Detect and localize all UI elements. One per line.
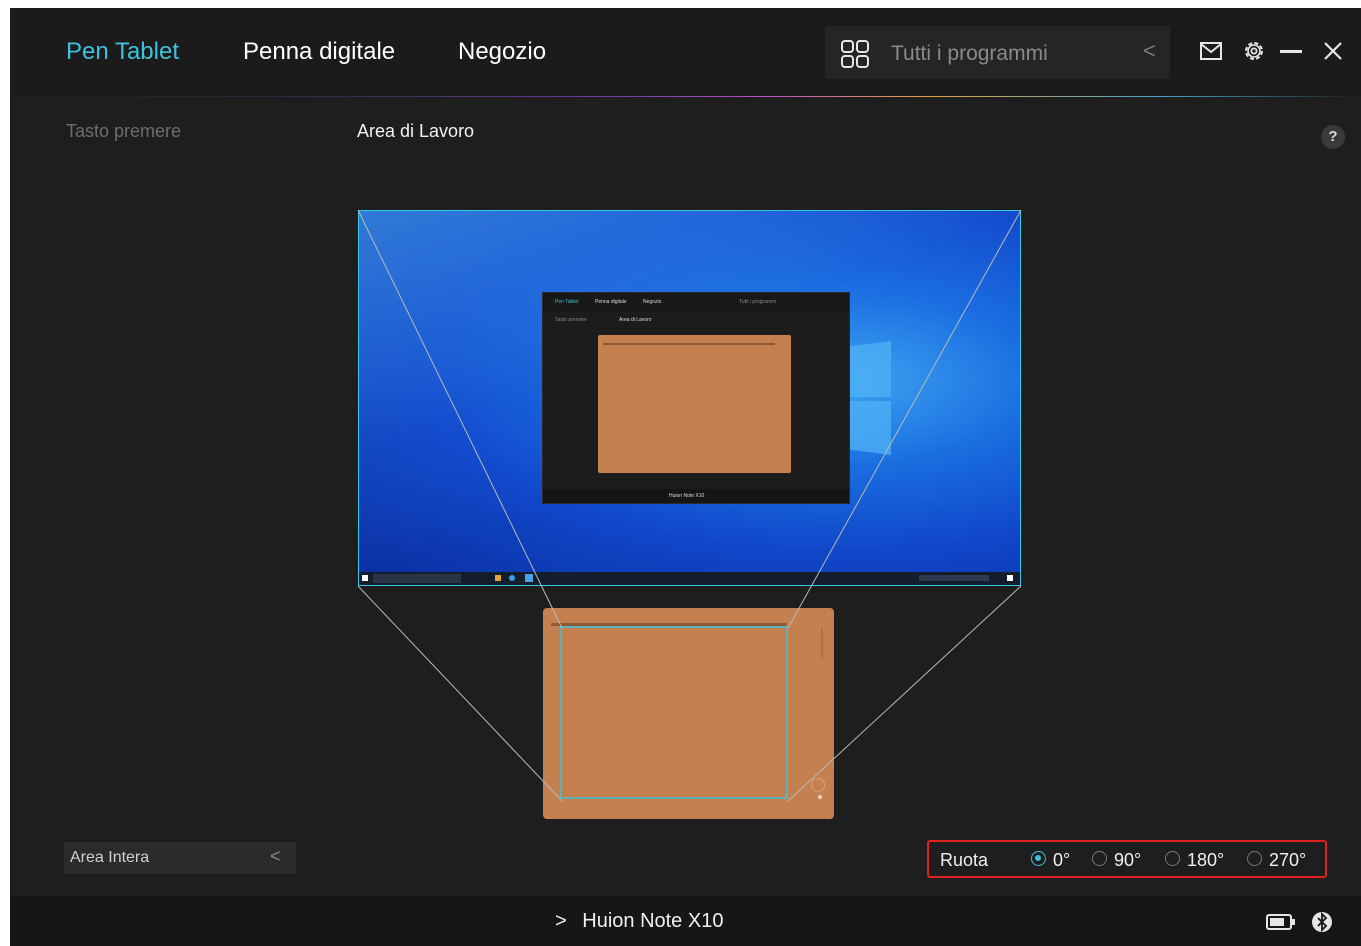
device-name: Huion Note X10 [582, 910, 724, 932]
gear-icon[interactable] [1242, 39, 1266, 63]
close-icon[interactable] [1323, 41, 1343, 61]
chevron-left-icon[interactable]: < [1143, 38, 1156, 64]
tab-negozio[interactable]: Negozio [458, 38, 546, 66]
mini-title: Area di Lavoro [619, 317, 652, 323]
top-nav: Pen Tablet Penna digitale Negozio Tutti … [10, 8, 1361, 96]
mail-icon[interactable] [1200, 42, 1222, 60]
program-selector[interactable]: Tutti i programmi < [825, 26, 1170, 79]
header-divider [10, 96, 1361, 97]
section-title: Area di Lavoro [357, 121, 475, 141]
chevron-right-icon: > [555, 910, 567, 932]
mini-app-preview: Pen Tablet Penna digitale Negozio Tutti … [542, 292, 850, 504]
tab-penna-digitale[interactable]: Penna digitale [243, 38, 395, 66]
tablet-brand-mark [821, 628, 823, 658]
mini-sidebar: Tasto premere [555, 317, 587, 323]
rotation-label: Ruota [940, 850, 989, 870]
app-window: Pen Tablet Penna digitale Negozio Tutti … [10, 8, 1361, 946]
tab-pen-tablet[interactable]: Pen Tablet [66, 38, 179, 66]
chevron-left-icon: < [270, 846, 281, 866]
rotation-option-label: 0° [1053, 850, 1071, 870]
radio-selected-icon [1031, 851, 1046, 866]
mini-tab: Penna digitale [595, 299, 627, 305]
area-select-value: Area Intera [70, 849, 150, 866]
tablet-indicator-light [818, 795, 822, 799]
mini-tab: Negozio [643, 299, 662, 305]
tablet-preview [543, 608, 834, 819]
mini-tab: Pen Tablet [555, 299, 579, 305]
mini-device: Huion Note X10 [669, 493, 705, 499]
tablet-button [811, 778, 825, 792]
rotation-group: Ruota 0° 90° 180° 270° [927, 840, 1327, 878]
minimize-icon[interactable] [1280, 50, 1302, 54]
radio-icon [1247, 851, 1262, 866]
radio-icon [1165, 851, 1180, 866]
device-selector[interactable]: > Huion Note X10 [555, 910, 723, 933]
device-footer: > Huion Note X10 [10, 896, 1361, 946]
help-icon[interactable]: ? [1321, 125, 1345, 149]
active-area-frame[interactable] [560, 626, 788, 799]
grid-icon [841, 40, 869, 68]
rotation-option-label: 90° [1114, 850, 1142, 870]
sidebar-item-tasto-premere[interactable]: Tasto premere [66, 121, 181, 142]
radio-icon [1092, 851, 1107, 866]
program-selector-label: Tutti i programmi [891, 42, 1048, 65]
rotation-option-label: 180° [1187, 850, 1225, 870]
area-select[interactable]: Area Intera < [64, 842, 296, 874]
taskbar [359, 572, 1020, 585]
rotation-option-label: 270° [1269, 850, 1307, 870]
mini-tablet [598, 335, 791, 473]
screen-preview: Pen Tablet Penna digitale Negozio Tutti … [358, 210, 1021, 586]
battery-icon [1266, 914, 1295, 930]
mini-programs: Tutti i programmi [739, 299, 777, 305]
bluetooth-icon [1312, 911, 1332, 933]
